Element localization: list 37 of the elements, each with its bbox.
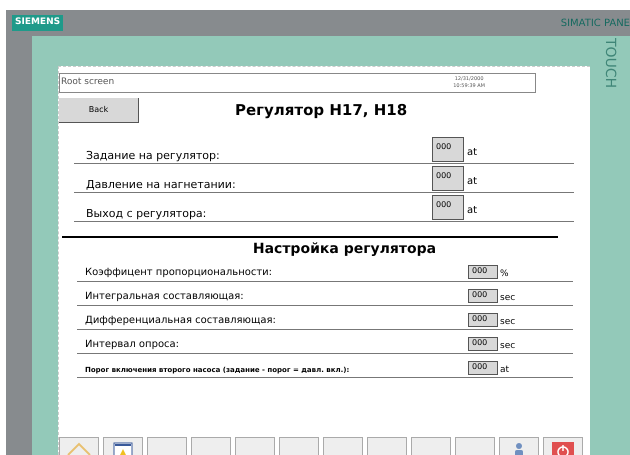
model-label: SIMATIC PANE — [560, 16, 630, 30]
back-button[interactable]: Back — [59, 98, 139, 122]
value-field[interactable]: 000 — [432, 137, 464, 162]
row-label: Выход с регулятора: — [86, 208, 208, 220]
value-field[interactable]: 000 — [468, 265, 498, 279]
function-key[interactable] — [543, 437, 583, 455]
setting-label: Интегральная составляющая: — [85, 291, 245, 303]
setting-label: Коэффицент пропорциональности: — [85, 267, 274, 279]
setting-label: Дифференциальная составляющая: — [85, 315, 277, 327]
screen-title: Регулятор H17, H18 — [235, 100, 408, 121]
unit-label: at — [467, 204, 478, 218]
screen-name: Root screen — [60, 76, 116, 90]
section-title: Настройка регулятора — [252, 240, 436, 258]
row-label: Давление на нагнетании: — [86, 179, 237, 191]
unit-label: sec — [500, 293, 516, 303]
side-label: TOUCH — [602, 38, 618, 88]
brand-logo: SIEMENS — [12, 15, 64, 31]
unit-label: % — [500, 269, 509, 279]
value-field[interactable]: 000 — [468, 289, 498, 303]
unit-label: sec — [500, 317, 516, 327]
unit-label: at — [467, 175, 478, 189]
unit-label: at — [500, 365, 510, 375]
setting-label: Интервал опроса: — [85, 339, 180, 351]
function-key[interactable] — [499, 437, 539, 455]
house-icon — [66, 442, 92, 455]
row-label: Задание на регулятор: — [86, 150, 221, 162]
power-icon — [552, 442, 574, 455]
user-icon — [514, 442, 524, 455]
unit-label: sec — [500, 341, 516, 351]
alarm-list-icon — [113, 442, 133, 455]
value-field[interactable]: 000 — [468, 361, 498, 375]
value-field[interactable]: 000 — [468, 313, 498, 327]
function-key[interactable] — [103, 437, 143, 455]
value-field[interactable]: 000 — [432, 195, 464, 220]
value-field[interactable]: 000 — [432, 166, 464, 191]
value-field[interactable]: 000 — [468, 337, 498, 351]
unit-label: at — [467, 146, 478, 160]
